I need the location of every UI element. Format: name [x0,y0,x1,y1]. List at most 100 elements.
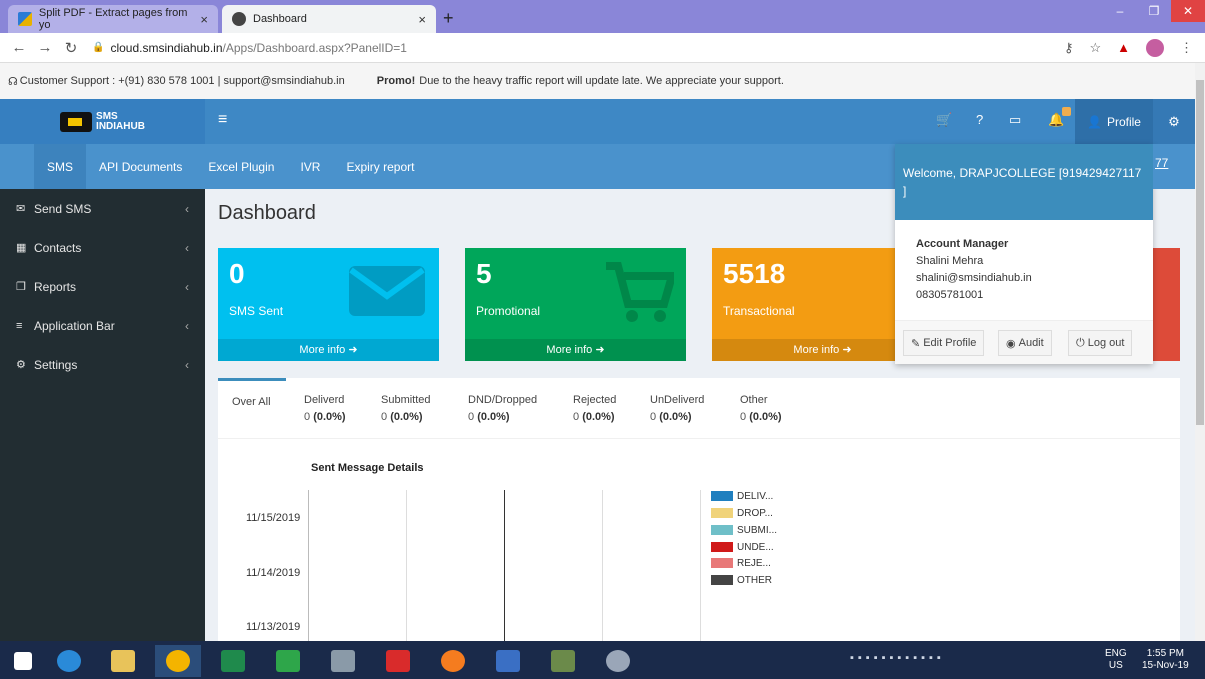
edit-icon: ✎ [911,337,921,350]
audit-button[interactable]: ◉ Audit [998,330,1052,356]
tab-pct: (0.0%) [390,411,423,423]
file-explorer-icon[interactable] [100,645,146,677]
url-field[interactable]: 🔒 cloud.smsindiahub.in/Apps/Dashboard.as… [92,41,407,55]
browser-tab-split-pdf[interactable]: Split PDF - Extract pages from yo × [8,5,218,33]
legend-item[interactable]: OTHER [711,574,772,586]
tab-undeliverd[interactable]: UnDeliverd 0 (0.0%) [650,392,704,426]
windows-start-icon[interactable] [0,645,46,677]
legend-label: SUBMI... [737,524,778,536]
sidebar: ✉ Send SMS ‹ ▦ Contacts ‹ ❐ Reports ‹ ≡ … [0,189,205,641]
subnav-excel-plugin[interactable]: Excel Plugin [195,144,287,189]
restore-button[interactable]: ❐ [1137,0,1171,22]
tab-label: Deliverd [304,394,345,406]
tab-count: 0 [650,411,657,423]
paint-icon[interactable] [595,645,641,677]
legend-item[interactable]: REJE... [711,557,771,569]
stat-value: 5518 [723,258,786,289]
hamburger-menu-icon[interactable]: ≡ [218,111,227,129]
sidebar-item-send-sms[interactable]: ✉ Send SMS ‹ [0,189,205,228]
close-window-button[interactable]: ✕ [1171,0,1205,22]
subnav-ivr[interactable]: IVR [287,144,333,189]
sidebar-item-reports[interactable]: ❐ Reports ‹ [0,267,205,306]
chevron-left-icon: ‹ [185,201,189,216]
account-manager-info: Account Manager Shalini Mehra shalini@sm… [916,236,1032,304]
tab-rejected[interactable]: Rejected 0 (0.0%) [573,392,616,426]
legend-swatch [711,558,733,568]
back-icon[interactable]: ← [6,39,32,56]
profile-label: Profile [1106,114,1141,129]
key-icon[interactable]: ⚷ [1064,40,1074,56]
tab-label: Rejected [573,394,617,406]
subnav-sms[interactable]: SMS [34,144,87,189]
sidebar-item-contacts[interactable]: ▦ Contacts ‹ [0,228,205,267]
logo[interactable]: SMS INDIAHUB [0,99,205,144]
pdf-extension-icon[interactable]: ▲ [1117,40,1130,55]
account-manager-email: shalini@smsindiahub.in [916,272,1032,284]
clock[interactable]: 1:55 PM 15-Nov-19 [1142,648,1189,672]
acrobat-icon[interactable] [375,645,421,677]
chrome-icon[interactable] [155,645,201,677]
tab-submitted[interactable]: Submitted 0 (0.0%) [381,392,431,426]
more-info-link[interactable]: More info ➜ [218,339,439,361]
sidebar-item-label: Send SMS [34,201,92,216]
scrollbar-thumb[interactable] [1196,80,1204,425]
new-tab-button[interactable]: + [443,8,454,29]
minimize-button[interactable]: – [1103,0,1137,22]
gears-icon[interactable]: ⚙ [1153,99,1195,144]
tab-deliverd[interactable]: Deliverd 0 (0.0%) [304,392,346,426]
store-icon[interactable] [265,645,311,677]
close-tab-icon[interactable]: × [418,12,426,27]
legend-label: UNDE... [737,541,774,553]
language-indicator[interactable]: ENG US [1105,648,1127,672]
browser-tab-dashboard[interactable]: Dashboard × [222,5,436,33]
system-tray-icons[interactable]: ▪▪▪▪▪▪▪▪▪▪▪▪ [850,652,1090,666]
more-menu-icon[interactable]: ⋮ [1180,40,1193,56]
stat-card-sms-sent: 0 SMS Sent More info ➜ [218,248,439,361]
close-tab-icon[interactable]: × [200,12,208,27]
card-icon[interactable]: ▭ [1009,112,1021,128]
star-icon[interactable]: ☆ [1089,40,1101,56]
dropdown-footer: ✎ Edit Profile ◉ Audit ⏻ Log out [895,320,1153,364]
grid-icon: ▦ [16,242,27,254]
y-tick-label: 11/14/2019 [246,567,301,579]
clock-date: 15-Nov-19 [1142,660,1189,671]
tab-dnd-dropped[interactable]: DND/Dropped 0 (0.0%) [468,392,537,426]
chevron-left-icon: ‹ [185,240,189,255]
firefox-icon[interactable] [430,645,476,677]
sidebar-item-application-bar[interactable]: ≡ Application Bar ‹ [0,306,205,345]
app-icon[interactable] [540,645,586,677]
reload-icon[interactable]: ↻ [58,39,84,57]
chevron-left-icon: ‹ [185,318,189,333]
legend-item[interactable]: UNDE... [711,541,774,553]
tab-other[interactable]: Other 0 (0.0%) [740,392,782,426]
profile-button[interactable]: 👤 Profile [1075,99,1153,144]
legend-label: OTHER [737,574,772,586]
forward-icon[interactable]: → [32,39,58,56]
word-icon[interactable] [485,645,531,677]
legend-item[interactable]: SUBMI... [711,524,777,536]
arrow-circle-right-icon: ➜ [842,344,852,356]
more-info-link[interactable]: More info ➜ [465,339,686,361]
cart-icon[interactable]: 🛒 [936,112,952,128]
sidebar-item-settings[interactable]: ⚙ Settings ‹ [0,345,205,384]
promo-text: Due to the heavy traffic report will upd… [419,75,784,87]
more-info-label: More info [546,344,593,356]
internet-explorer-icon[interactable] [46,645,92,677]
edit-profile-button[interactable]: ✎ Edit Profile [903,330,985,356]
tab-over-all[interactable]: Over All [218,378,286,438]
address-bar: ← → ↻ 🔒 cloud.smsindiahub.in/Apps/Dashbo… [0,33,1205,63]
logout-button[interactable]: ⏻ Log out [1068,330,1133,356]
help-icon[interactable]: ? [976,112,983,127]
excel-icon[interactable] [210,645,256,677]
stats-panel: Over All Deliverd 0 (0.0%) Submitted 0 (0.… [218,378,1180,641]
cart-icon [606,262,674,322]
calculator-icon[interactable] [320,645,366,677]
tab-label: UnDeliverd [650,394,705,406]
subnav-api-documents[interactable]: API Documents [86,144,195,189]
avatar[interactable] [1146,38,1164,57]
subnav-expiry-report[interactable]: Expiry report [333,144,427,189]
legend-item[interactable]: DELIV... [711,490,773,502]
legend-item[interactable]: DROP... [711,507,773,519]
y-tick-label: 11/13/2019 [246,621,301,633]
page-title: Dashboard [218,202,316,224]
